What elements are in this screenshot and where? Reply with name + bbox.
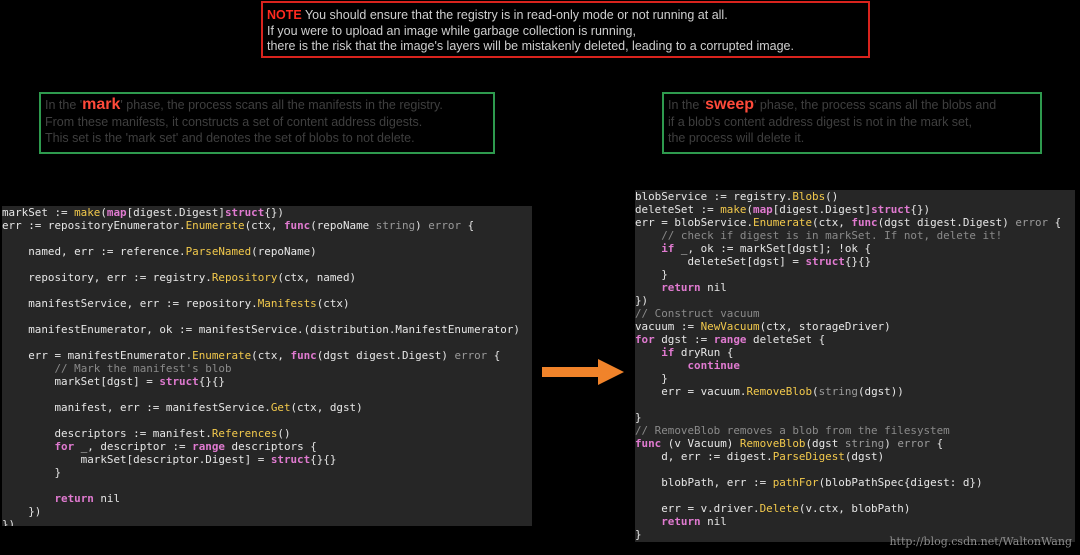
- sweep-code-line: }): [635, 294, 649, 307]
- sweep-code-line: return nil: [661, 515, 727, 528]
- mark-keyword: mark: [82, 96, 121, 113]
- sweep-code-line: return nil: [661, 281, 727, 294]
- sweep-code-line: blobPath, err := pathFor(blobPathSpec{di…: [635, 476, 983, 489]
- sweep-code-line: d, err := digest.ParseDigest(dgst): [635, 450, 885, 463]
- mark-code-line: descriptors := manifest.References(): [2, 427, 291, 440]
- sweep-code-line: if dryRun {: [661, 346, 734, 359]
- sweep-code-line: err = blobService.Enumerate(ctx, func(dg…: [635, 216, 1062, 229]
- mark-code-line: // Mark the manifest's blob: [54, 362, 232, 375]
- mark-code-line: return nil: [54, 492, 121, 505]
- watermark: http://blog.csdn.net/WaltonWang: [889, 535, 1072, 548]
- right-arrow-icon: [542, 359, 624, 385]
- sweep-line-1: In the 'sweep' phase, the process scans …: [668, 96, 997, 113]
- mark-code-line: }): [2, 518, 16, 526]
- sweep-code-line: if _, ok := markSet[dgst]; !ok {: [661, 242, 872, 255]
- mark-code-line: [2, 284, 532, 297]
- sweep-code-line: // RemoveBlob removes a blob from the fi…: [635, 424, 950, 437]
- sweep-code-line: func (v Vacuum) RemoveBlob(dgst string) …: [635, 437, 944, 450]
- mark-line-2: From these manifests, it constructs a se…: [45, 114, 423, 129]
- mark-code-line: manifestService, err := repository.Manif…: [2, 297, 350, 310]
- note-keyword: NOTE: [267, 8, 302, 22]
- sweep-code-line: // Construct vacuum: [635, 307, 760, 320]
- note-line-1: NOTE You should ensure that the registry…: [267, 8, 728, 22]
- sweep-code-line: err = v.driver.Delete(v.ctx, blobPath): [635, 502, 911, 515]
- mark-code-line: [2, 479, 532, 492]
- mark-line-3: This set is the 'mark set' and denotes t…: [45, 131, 415, 145]
- sweep-code-line: [635, 489, 1075, 502]
- sweep-code-line: for dgst := range deleteSet {: [635, 333, 826, 346]
- mark-code-line: markSet[descriptor.Digest] = struct{}{}: [2, 453, 337, 466]
- note-line-3: there is the risk that the image's layer…: [267, 39, 794, 53]
- mark-code-line: named, err := reference.ParseNamed(repoN…: [2, 245, 317, 258]
- sweep-line-3: the process will delete it.: [668, 131, 805, 145]
- sweep-code-line: [635, 398, 1075, 411]
- mark-code-line: }: [2, 466, 62, 479]
- sweep-line-2: if a blob's content address digest is no…: [668, 114, 972, 129]
- sweep-code-line: deleteSet := make(map[digest.Digest]stru…: [635, 203, 931, 216]
- sweep-code-line: err = vacuum.RemoveBlob(string(dgst)): [635, 385, 904, 398]
- sweep-code-line: blobService := registry.Blobs(): [635, 190, 839, 203]
- sweep-code-line: vacuum := NewVacuum(ctx, storageDriver): [635, 320, 891, 333]
- mark-code-line: }): [2, 505, 42, 518]
- mark-code-line: [2, 414, 532, 427]
- mark-code-line: [2, 258, 532, 271]
- mark-code-line: [2, 336, 532, 349]
- mark-code-line: markSet[dgst] = struct{}{}: [2, 375, 225, 388]
- sweep-code-line: continue: [687, 359, 740, 372]
- mark-code-line: manifest, err := manifestService.Get(ctx…: [2, 401, 363, 414]
- note-box: NOTE You should ensure that the registry…: [261, 1, 870, 58]
- sweep-code-line: deleteSet[dgst] = struct{}{}: [635, 255, 872, 268]
- mark-line-1: In the 'mark' phase, the process scans a…: [45, 96, 443, 113]
- mark-code-line: for _, descriptor := range descriptors {: [54, 440, 317, 453]
- mark-code-line: [2, 310, 532, 323]
- sweep-phase-code-block: blobService := registry.Blobs() deleteSet…: [635, 190, 1075, 542]
- mark-code-line: [2, 232, 532, 245]
- note-line-2: If you were to upload an image while gar…: [267, 23, 636, 38]
- sweep-code-line: // check if digest is in markSet. If not…: [661, 229, 1003, 242]
- sweep-code-line: }: [635, 372, 668, 385]
- sweep-keyword: sweep: [705, 96, 755, 113]
- mark-code-line: err = manifestEnumerator.Enumerate(ctx, …: [2, 349, 501, 362]
- mark-code-line: repository, err := registry.Repository(c…: [2, 271, 357, 284]
- mark-code-line: markSet := make(map[digest.Digest]struct…: [2, 206, 284, 219]
- sweep-code-line: [635, 463, 1075, 476]
- mark-code-line: [2, 388, 532, 401]
- mark-phase-box: In the 'mark' phase, the process scans a…: [39, 92, 495, 154]
- mark-code-line: manifestEnumerator, ok := manifestServic…: [2, 323, 520, 336]
- sweep-code-line: }: [635, 268, 668, 281]
- sweep-phase-box: In the 'sweep' phase, the process scans …: [662, 92, 1042, 154]
- mark-phase-code-block: markSet := make(map[digest.Digest]struct…: [2, 206, 532, 526]
- mark-code-line: err := repositoryEnumerator.Enumerate(ct…: [2, 219, 475, 232]
- sweep-code-line: }: [635, 411, 642, 424]
